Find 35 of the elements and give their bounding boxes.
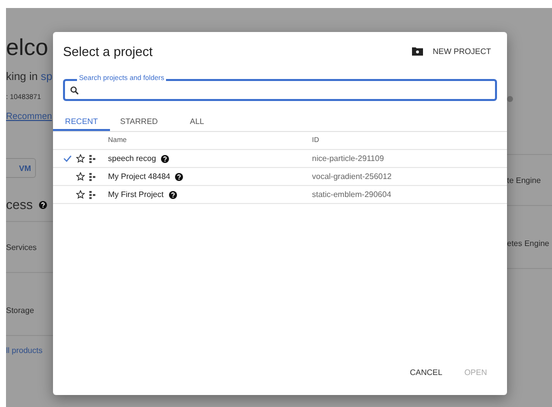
project-name: My First Project [108, 190, 164, 199]
search-icon [70, 86, 79, 94]
tab[interactable]: STARRED [110, 113, 168, 131]
help-icon[interactable] [168, 190, 177, 198]
help-icon[interactable] [175, 172, 184, 180]
tab[interactable]: RECENT [53, 113, 110, 131]
star-icon[interactable] [76, 154, 85, 163]
create-vm-button[interactable]: VM [6, 158, 36, 178]
project-row[interactable]: My Project 48484 vocal-gradient-256012 [53, 168, 507, 186]
star-icon[interactable] [76, 190, 85, 199]
recommendations-link[interactable]: Recommen [6, 111, 52, 121]
tab[interactable]: ALL [168, 113, 226, 131]
hierarchy-icon [89, 172, 96, 180]
project-id: nice-particle-291109 [312, 154, 384, 163]
hierarchy-icon [89, 154, 96, 162]
project-id: vocal-gradient-256012 [312, 172, 392, 181]
project-row[interactable]: My First Project static-emblem-290604 [53, 186, 507, 204]
decoration-dot-icon [507, 96, 513, 102]
project-id: static-emblem-290604 [312, 190, 392, 199]
project-row[interactable]: speech recog nice-particle-291109 [53, 150, 507, 168]
project-name: speech recog [108, 154, 156, 163]
dialog-title: Select a project [63, 44, 154, 58]
project-name: My Project 48484 [108, 172, 170, 181]
working-in-label: king in [6, 71, 38, 83]
all-products-link[interactable]: ll products [6, 346, 53, 355]
hierarchy-icon [89, 190, 96, 198]
access-heading: cess [6, 197, 33, 212]
project-link[interactable]: sp [40, 71, 52, 83]
star-icon[interactable] [76, 172, 85, 181]
welcome-heading: elco [6, 34, 50, 60]
new-project-button[interactable]: NEW PROJECT [432, 44, 491, 58]
help-icon[interactable] [38, 200, 47, 208]
help-icon[interactable] [161, 154, 170, 162]
folder-icon[interactable] [412, 46, 423, 56]
dialog-button[interactable]: CANCEL [404, 366, 448, 379]
